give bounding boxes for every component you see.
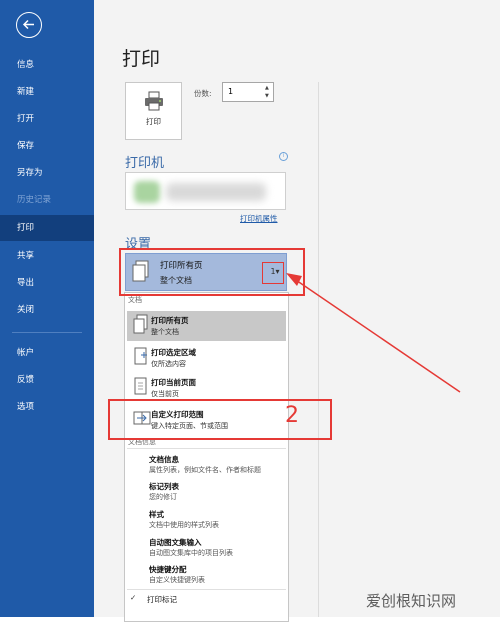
annotation-arrow bbox=[286, 273, 461, 393]
annotation-number: 2 bbox=[285, 403, 299, 428]
watermark-text: 爱创根知识网 bbox=[366, 592, 457, 610]
